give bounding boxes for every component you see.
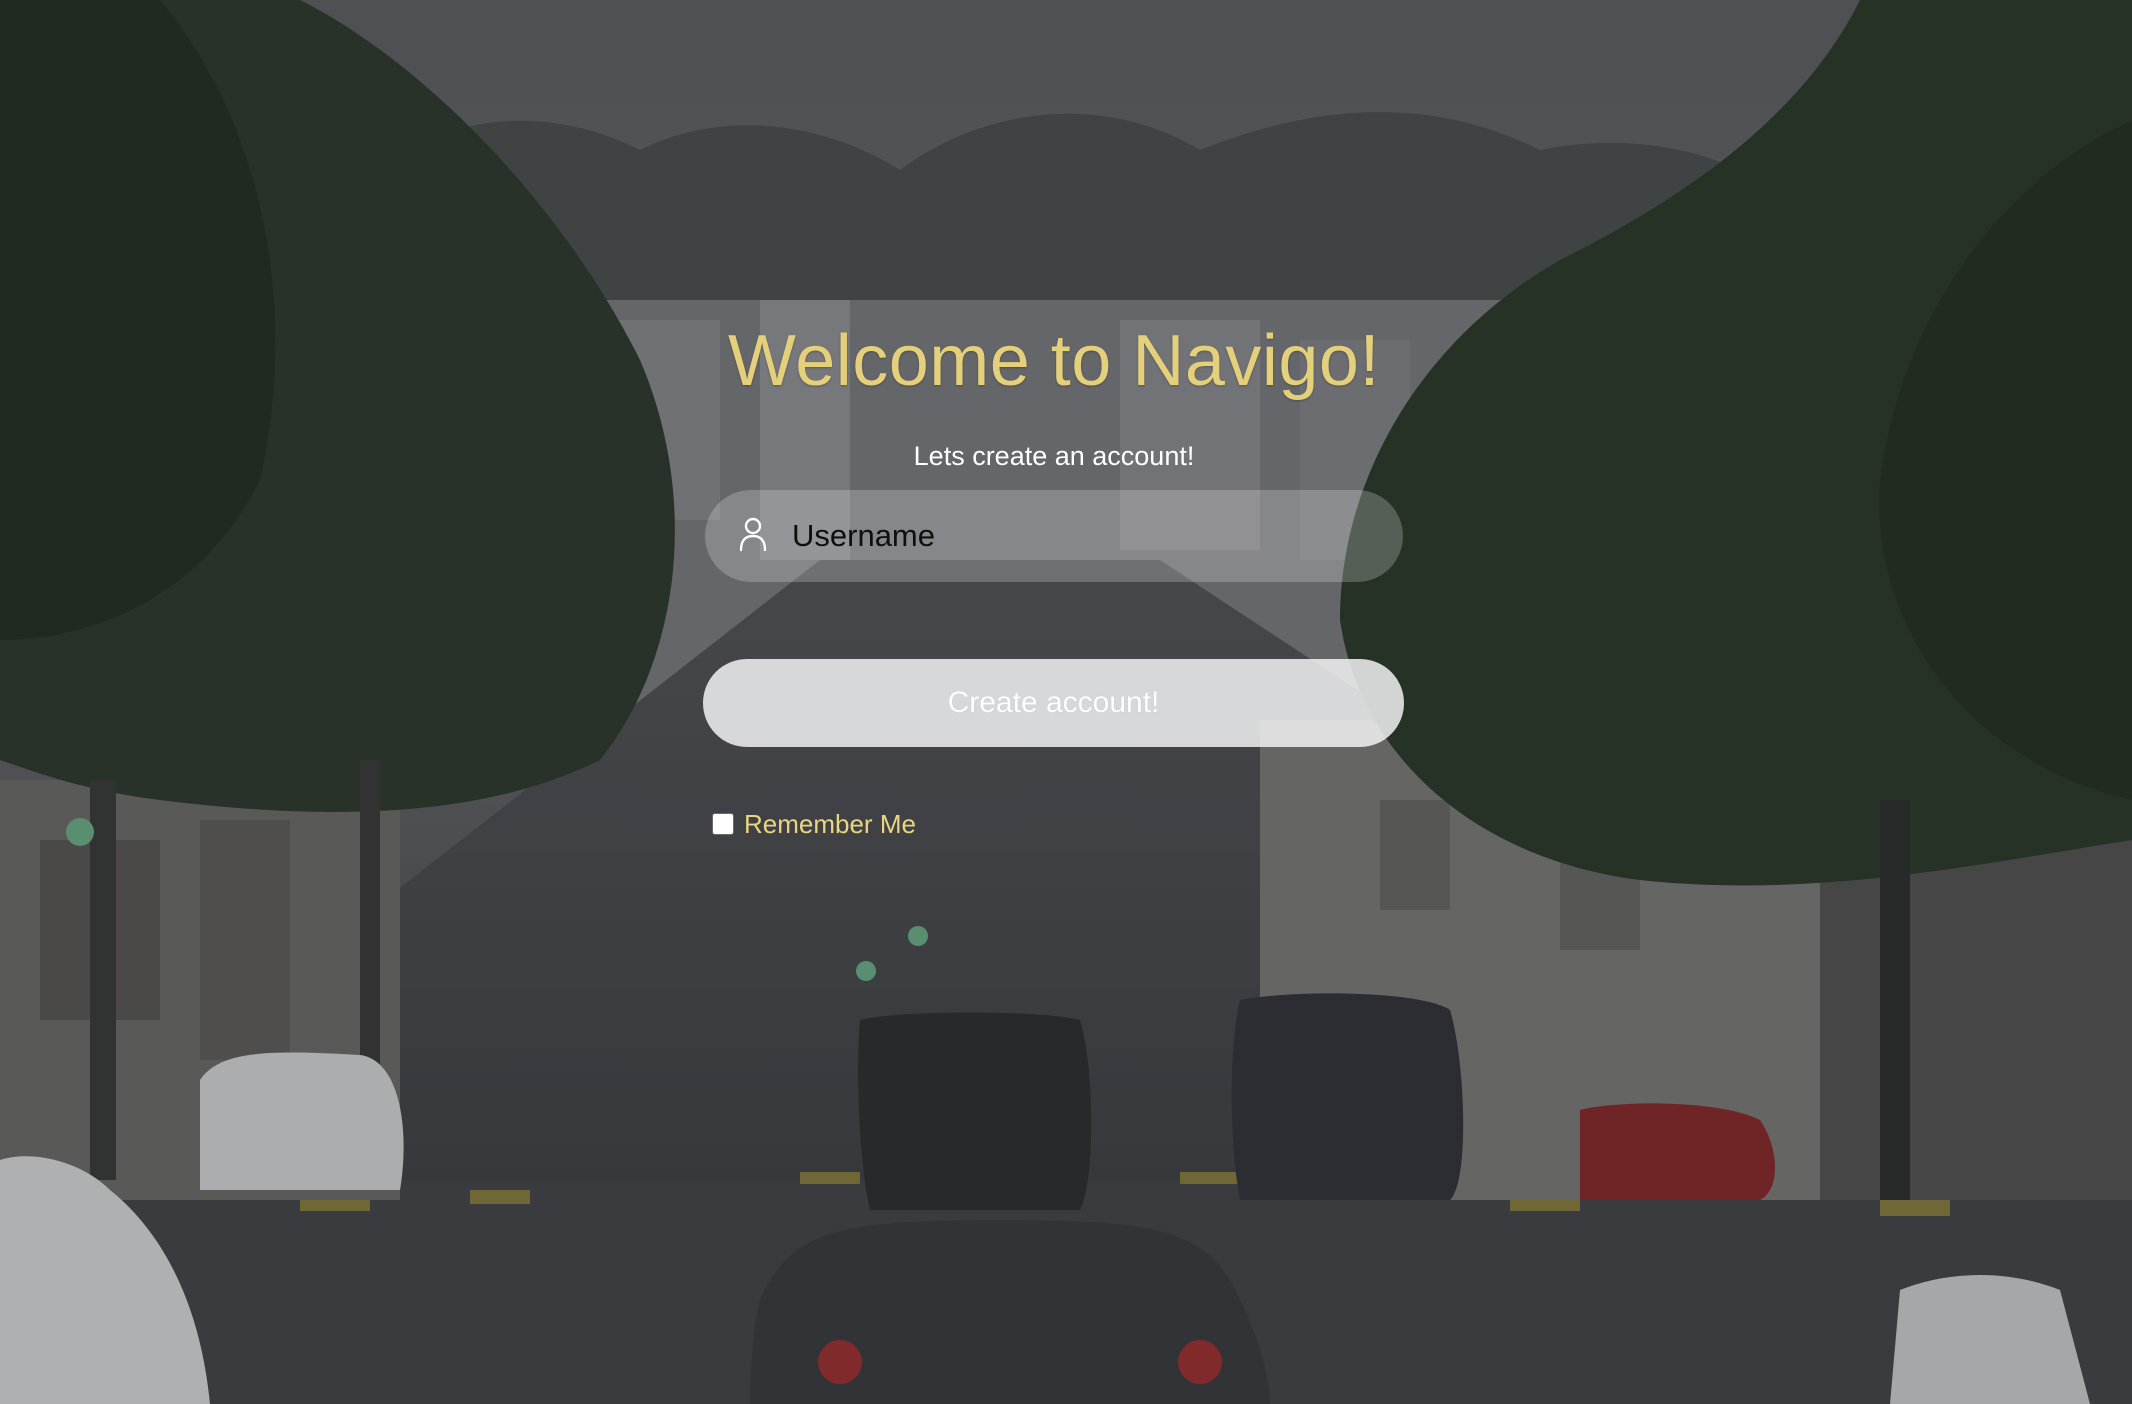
page-title: Welcome to Navigo! <box>728 321 1380 401</box>
remember-me-label[interactable]: Remember Me <box>744 809 916 839</box>
signup-form: Welcome to Navigo! Lets create an accoun… <box>0 0 2132 1404</box>
create-account-button[interactable]: Create account! <box>703 659 1404 747</box>
login-screen: Welcome to Navigo! Lets create an accoun… <box>0 0 2132 1404</box>
page-subtitle: Lets create an account! <box>913 441 1195 471</box>
remember-me-checkbox[interactable] <box>712 813 734 835</box>
user-icon <box>739 517 767 552</box>
username-input[interactable] <box>792 506 1352 566</box>
